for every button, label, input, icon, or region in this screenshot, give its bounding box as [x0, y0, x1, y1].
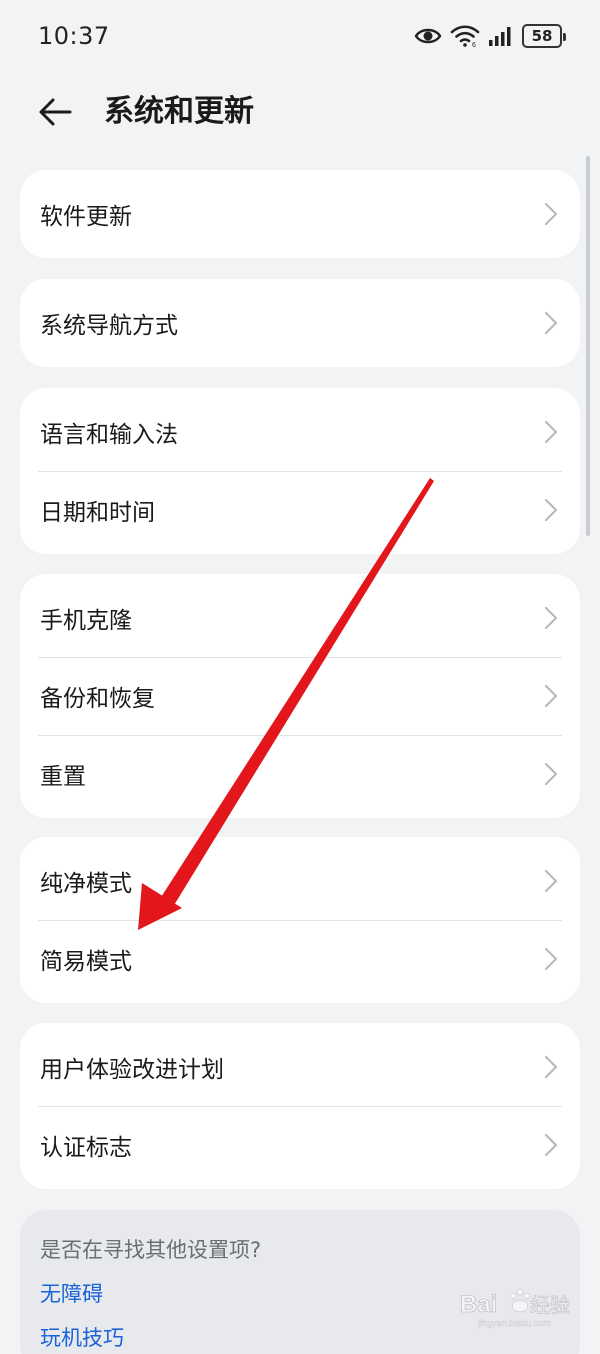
settings-item-label: 语言和输入法 [40, 422, 178, 448]
svg-text:Bai: Bai [460, 1291, 497, 1318]
settings-group-modes: 纯净模式 简易模式 [20, 837, 580, 1003]
settings-group-navigation: 系统导航方式 [20, 279, 580, 367]
settings-group-backup: 手机克隆 备份和恢复 重置 [20, 574, 580, 818]
chevron-right-icon [544, 869, 558, 893]
status-icons: 6 58 [414, 24, 566, 48]
settings-item-certification[interactable]: 认证标志 [20, 1106, 580, 1184]
settings-item-date-time[interactable]: 日期和时间 [20, 471, 580, 549]
chevron-right-icon [544, 762, 558, 786]
wifi-icon: 6 [450, 25, 480, 48]
settings-group-experience: 用户体验改进计划 认证标志 [20, 1023, 580, 1189]
signal-icon [489, 27, 511, 46]
settings-item-label: 手机克隆 [40, 608, 132, 634]
settings-item-label: 日期和时间 [40, 500, 155, 526]
settings-item-pure-mode[interactable]: 纯净模式 [20, 842, 580, 920]
settings-item-label: 认证标志 [40, 1135, 132, 1161]
settings-item-label: 简易模式 [40, 949, 132, 975]
svg-text:6: 6 [472, 42, 476, 48]
battery-level: 58 [531, 27, 553, 45]
settings-group-language-time: 语言和输入法 日期和时间 [20, 388, 580, 554]
settings-item-simple-mode[interactable]: 简易模式 [20, 920, 580, 998]
settings-item-system-navigation[interactable]: 系统导航方式 [20, 279, 580, 367]
back-button[interactable] [36, 92, 80, 132]
chevron-right-icon [544, 202, 558, 226]
page-title: 系统和更新 [104, 94, 254, 129]
chevron-right-icon [544, 420, 558, 444]
chevron-right-icon [544, 311, 558, 335]
svg-text:jingyan.baidu.com: jingyan.baidu.com [477, 1318, 551, 1328]
settings-item-language-input[interactable]: 语言和输入法 [20, 393, 580, 471]
status-bar: 10:37 6 58 [0, 0, 600, 76]
settings-group-software-update: 软件更新 [20, 170, 580, 258]
settings-item-label: 系统导航方式 [40, 313, 178, 339]
battery-icon: 58 [522, 24, 566, 48]
suggestions-title: 是否在寻找其他设置项? [40, 1238, 262, 1262]
chevron-right-icon [544, 684, 558, 708]
settings-item-label: 软件更新 [40, 204, 132, 230]
settings-item-label: 重置 [40, 764, 86, 790]
settings-item-phone-clone[interactable]: 手机克隆 [20, 579, 580, 657]
eye-icon [414, 28, 442, 44]
chevron-right-icon [544, 1133, 558, 1157]
chevron-right-icon [544, 1055, 558, 1079]
settings-item-software-update[interactable]: 软件更新 [20, 170, 580, 258]
chevron-right-icon [544, 606, 558, 630]
chevron-right-icon [544, 498, 558, 522]
settings-item-backup-restore[interactable]: 备份和恢复 [20, 657, 580, 735]
back-arrow-icon [39, 98, 72, 126]
scrollbar[interactable] [586, 156, 590, 536]
settings-item-label: 纯净模式 [40, 871, 132, 897]
settings-item-user-experience[interactable]: 用户体验改进计划 [20, 1028, 580, 1106]
svg-text:经验: 经验 [530, 1293, 570, 1317]
status-time: 10:37 [38, 22, 110, 50]
chevron-right-icon [544, 947, 558, 971]
header: 系统和更新 [0, 76, 600, 152]
settings-item-label: 备份和恢复 [40, 686, 155, 712]
watermark-logo: Bai 经验 jingyan.baidu.com [458, 1282, 594, 1330]
settings-item-label: 用户体验改进计划 [40, 1057, 224, 1083]
settings-item-reset[interactable]: 重置 [20, 735, 580, 813]
